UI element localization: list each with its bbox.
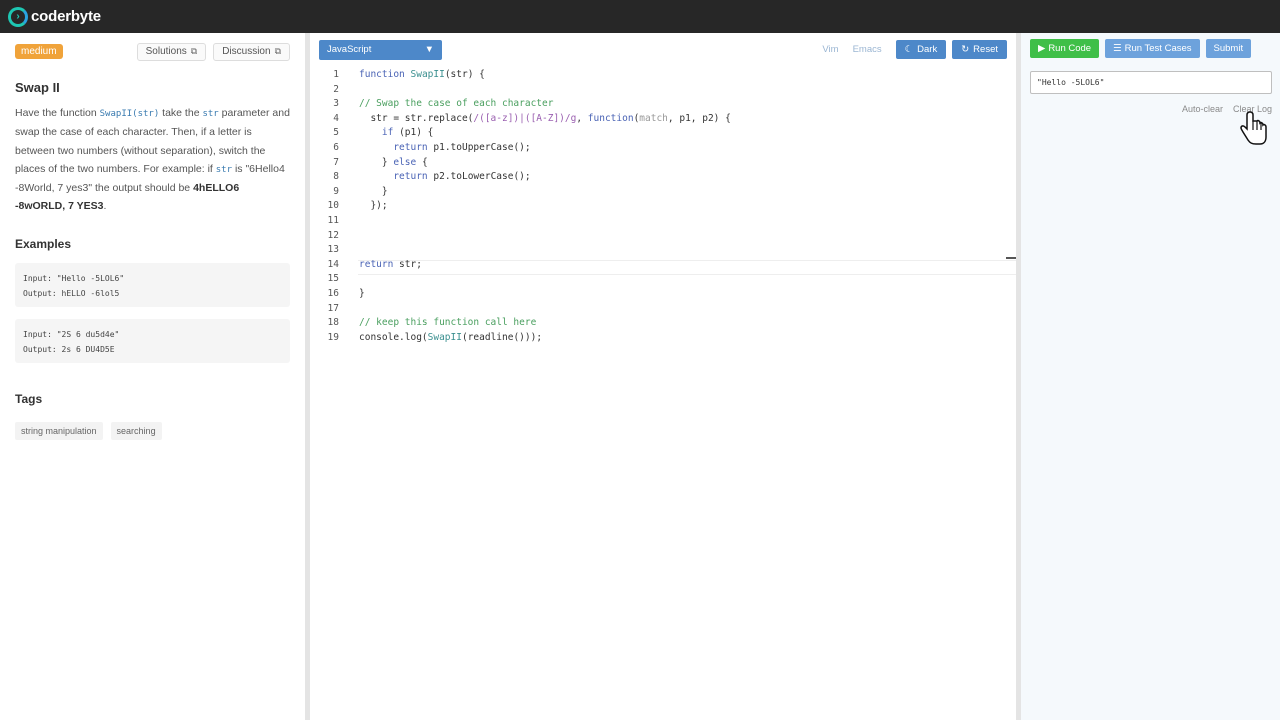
coderbyte-logo-icon[interactable]: › bbox=[8, 6, 28, 27]
language-select[interactable]: JavaScript ▼ bbox=[319, 39, 442, 60]
run-code-button[interactable]: ▶ Run Code bbox=[1030, 39, 1100, 58]
problem-description: Have the function SwapII(str) take the s… bbox=[15, 107, 290, 213]
example-block: Input: "2S 6 du5d4e" Output: 2s 6 DU4D5E bbox=[15, 318, 290, 363]
code-editor-panel: JavaScript ▼ Vim Emacs ☾ Dark ↻ Reset 1f… bbox=[310, 33, 1016, 720]
run-test-cases-button[interactable]: ☰ Run Test Cases bbox=[1105, 39, 1200, 58]
solutions-button[interactable]: Solutions ⧉ bbox=[136, 42, 207, 61]
top-bar: › coderbyte bbox=[0, 0, 1280, 33]
tag-string-manipulation[interactable]: string manipulation bbox=[15, 421, 103, 440]
hand-cursor-icon bbox=[1240, 111, 1267, 145]
submit-button[interactable]: Submit bbox=[1205, 39, 1252, 58]
example-block: Input: "Hello -5LOL6" Output: hELLO -6lo… bbox=[15, 262, 290, 307]
emacs-toggle[interactable]: Emacs bbox=[853, 44, 882, 55]
vim-toggle[interactable]: Vim bbox=[822, 44, 838, 55]
caret-down-icon: ▼ bbox=[424, 44, 434, 55]
difficulty-badge: medium bbox=[15, 44, 63, 59]
auto-clear-toggle[interactable]: Auto-clear bbox=[1182, 104, 1223, 114]
tags-heading: Tags bbox=[15, 391, 43, 406]
examples-heading: Examples bbox=[15, 236, 72, 251]
reset-button[interactable]: ↻ Reset bbox=[952, 40, 1007, 59]
external-link-icon: ⧉ bbox=[274, 46, 281, 56]
list-icon: ☰ bbox=[1113, 43, 1122, 54]
play-icon: ▶ bbox=[1038, 43, 1046, 54]
problem-panel: medium Solutions ⧉ Discussion ⧉ Swap II … bbox=[0, 33, 305, 720]
external-link-icon: ⧉ bbox=[190, 46, 198, 56]
moon-icon: ☾ bbox=[904, 44, 914, 55]
reset-icon: ↻ bbox=[961, 44, 970, 55]
tag-searching[interactable]: searching bbox=[110, 421, 162, 440]
code-area[interactable]: 1 function SwapII(str) { 2 3// Swap the c… bbox=[310, 69, 1016, 346]
discussion-button[interactable]: Discussion ⧉ bbox=[213, 42, 290, 61]
app-name[interactable]: coderbyte bbox=[31, 8, 101, 25]
problem-title: Swap II bbox=[15, 80, 60, 95]
dark-mode-button[interactable]: ☾ Dark bbox=[895, 40, 947, 59]
custom-input-field[interactable]: "Hello -5LOL6" bbox=[1030, 71, 1272, 94]
